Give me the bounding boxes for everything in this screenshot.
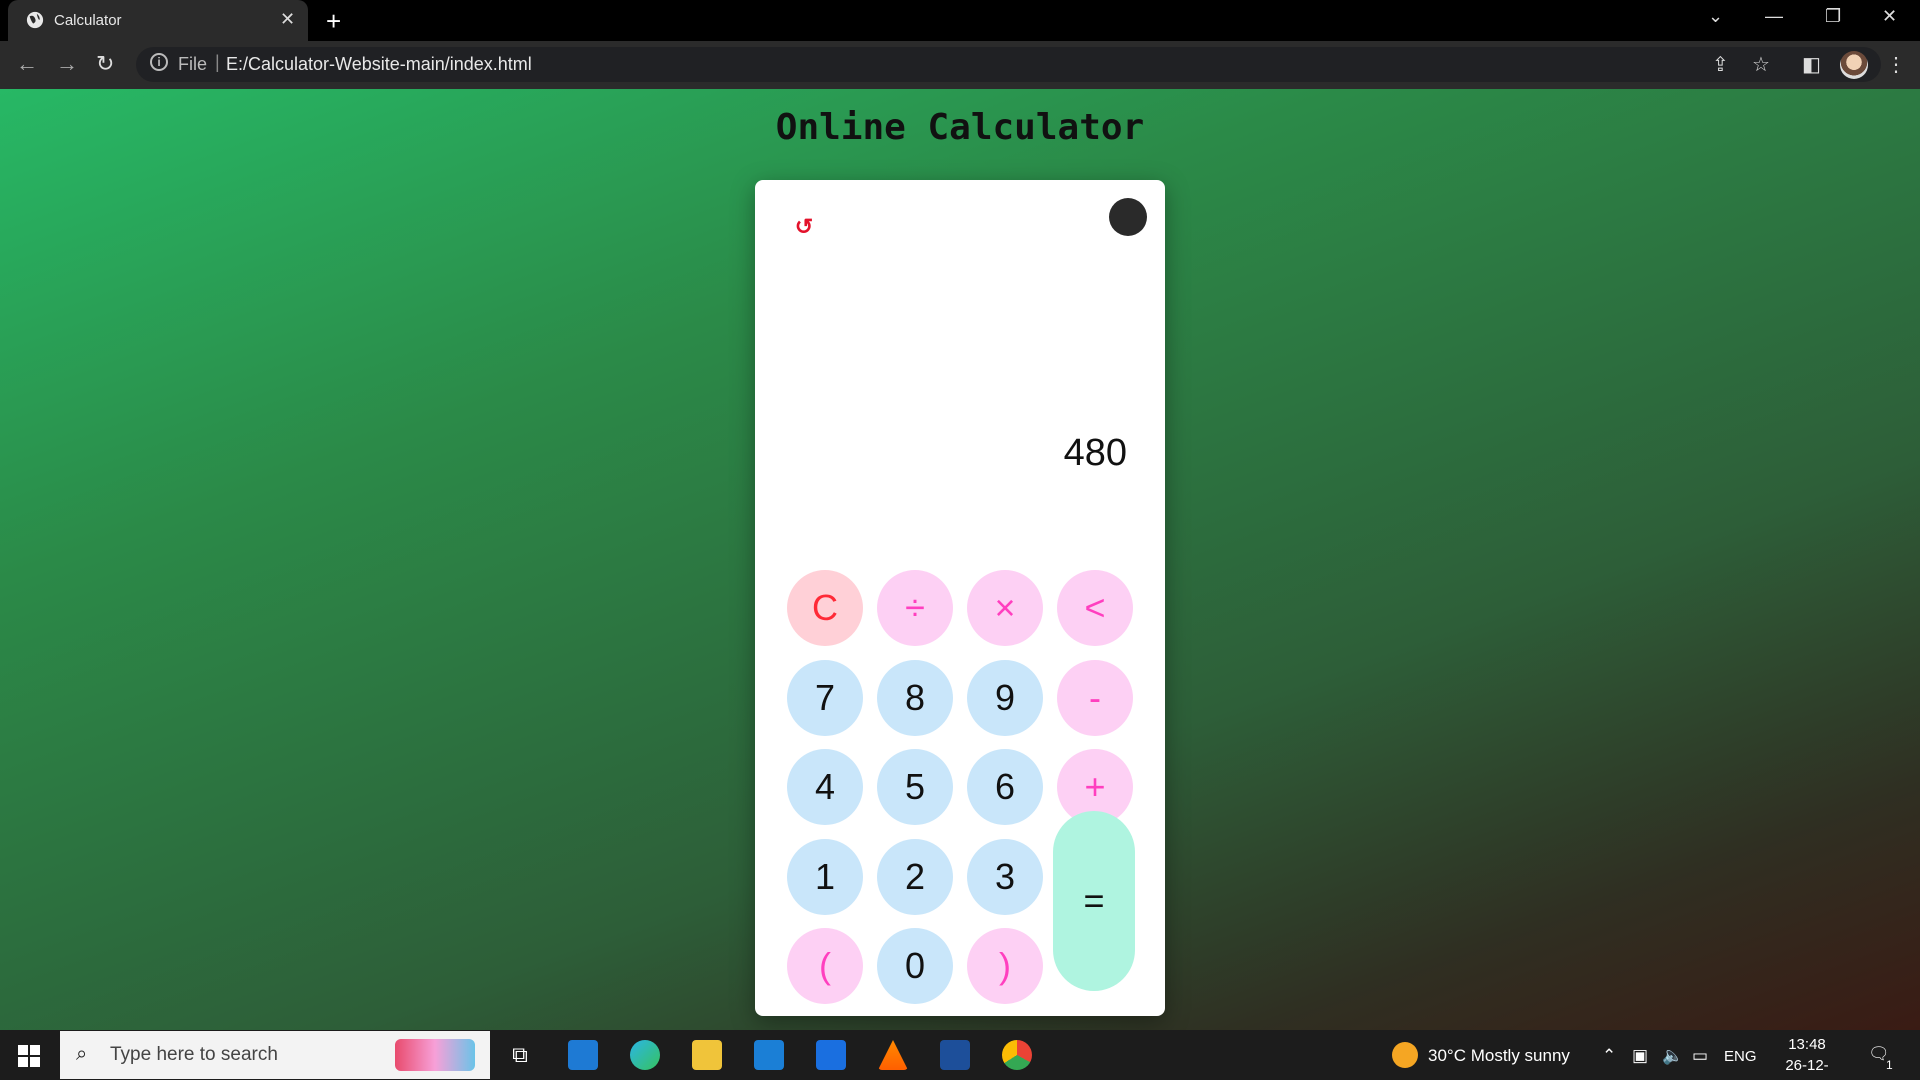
forward-icon[interactable]: → — [56, 51, 78, 77]
clear-button[interactable]: C — [787, 570, 863, 646]
menu-kebab-icon[interactable]: ⋮ — [1886, 52, 1906, 77]
divide-button[interactable]: ÷ — [877, 570, 953, 646]
tab-search-icon[interactable]: ⌄ — [1708, 6, 1723, 27]
weather-icon[interactable] — [1392, 1042, 1418, 1068]
weather-text[interactable]: 30°C Mostly sunny — [1428, 1046, 1570, 1066]
volume-icon[interactable]: 🔈 — [1662, 1046, 1683, 1066]
tab-close-icon[interactable]: ✕ — [280, 9, 295, 30]
tab-title: Calculator — [54, 12, 122, 29]
windows-start-icon[interactable] — [18, 1045, 40, 1067]
file-explorer-icon[interactable] — [692, 1040, 722, 1070]
search-icon: ⌕ — [76, 1043, 88, 1065]
key-4-button[interactable]: 4 — [787, 749, 863, 825]
key-0-button[interactable]: 0 — [877, 928, 953, 1004]
bookmark-star-icon[interactable]: ☆ — [1752, 52, 1770, 77]
close-window-icon[interactable]: ✕ — [1882, 6, 1897, 27]
task-view-icon[interactable]: ⧉ — [505, 1040, 535, 1070]
clock-date: 26-12-2022 — [1785, 1057, 1829, 1080]
multiply-button[interactable]: × — [967, 570, 1043, 646]
url-separator: | — [215, 52, 220, 72]
calculator-display: 480 — [1063, 432, 1127, 474]
page-title: Online Calculator — [775, 107, 1145, 148]
backspace-button[interactable]: < — [1057, 570, 1133, 646]
history-icon[interactable]: ↺ — [791, 214, 817, 240]
browser-toolbar: ← → ↻ i File | E:/Calculator-Website-mai… — [0, 41, 1920, 89]
calculator-card: ↺ 480 C ÷ × < 7 8 9 - 4 5 6 + 1 2 3 = ( … — [755, 180, 1165, 1016]
clock-time: 13:48 — [1788, 1036, 1826, 1053]
taskbar-search-box[interactable]: ⌕ Type here to search — [60, 1031, 490, 1079]
edge-icon[interactable] — [630, 1040, 660, 1070]
side-panel-icon[interactable]: ◧ — [1802, 52, 1821, 77]
address-bar[interactable]: i File | E:/Calculator-Website-main/inde… — [136, 47, 1881, 82]
key-9-button[interactable]: 9 — [967, 660, 1043, 736]
minimize-icon[interactable]: — — [1765, 6, 1783, 27]
tab-calculator[interactable]: Calculator ✕ — [8, 0, 308, 41]
network-icon[interactable]: ▣ — [1632, 1046, 1648, 1066]
reload-icon[interactable]: ↻ — [96, 51, 114, 77]
restore-icon[interactable]: ❐ — [1825, 6, 1841, 27]
chrome-icon[interactable] — [1002, 1040, 1032, 1070]
site-info-icon[interactable]: i — [150, 53, 168, 71]
search-placeholder: Type here to search — [110, 1044, 278, 1065]
key-6-button[interactable]: 6 — [967, 749, 1043, 825]
share-icon[interactable]: ⇪ — [1712, 52, 1729, 77]
close-paren-button[interactable]: ) — [967, 928, 1043, 1004]
dropbox-icon[interactable] — [816, 1040, 846, 1070]
language-indicator[interactable]: ENG — [1724, 1048, 1757, 1065]
browser-tab-strip: Calculator ✕ + ⌄ — ❐ ✕ — [0, 0, 1920, 41]
url-scheme: File — [178, 54, 208, 74]
mail-icon[interactable] — [754, 1040, 784, 1070]
key-2-button[interactable]: 2 — [877, 839, 953, 915]
minus-button[interactable]: - — [1057, 660, 1133, 736]
notification-count: 1 — [1886, 1058, 1893, 1072]
new-tab-button[interactable]: + — [326, 6, 341, 37]
globe-icon — [26, 11, 44, 29]
profile-avatar[interactable] — [1840, 51, 1868, 79]
theme-toggle-button[interactable] — [1109, 198, 1147, 236]
taskbar-clock[interactable]: 13:48 26-12-2022 — [1770, 1034, 1844, 1080]
equals-button[interactable]: = — [1053, 811, 1135, 991]
search-highlight-image — [395, 1039, 475, 1071]
tray-expand-icon[interactable]: ⌃ — [1602, 1046, 1616, 1066]
store-icon[interactable] — [940, 1040, 970, 1070]
key-7-button[interactable]: 7 — [787, 660, 863, 736]
key-3-button[interactable]: 3 — [967, 839, 1043, 915]
vscode-icon[interactable] — [568, 1040, 598, 1070]
key-8-button[interactable]: 8 — [877, 660, 953, 736]
battery-icon[interactable]: ▭ — [1692, 1046, 1708, 1066]
page-viewport: Online Calculator ↺ 480 C ÷ × < 7 8 9 - … — [0, 89, 1920, 1030]
back-icon[interactable]: ← — [16, 51, 38, 77]
key-5-button[interactable]: 5 — [877, 749, 953, 825]
key-1-button[interactable]: 1 — [787, 839, 863, 915]
open-paren-button[interactable]: ( — [787, 928, 863, 1004]
url-text[interactable]: E:/Calculator-Website-main/index.html — [226, 54, 532, 75]
